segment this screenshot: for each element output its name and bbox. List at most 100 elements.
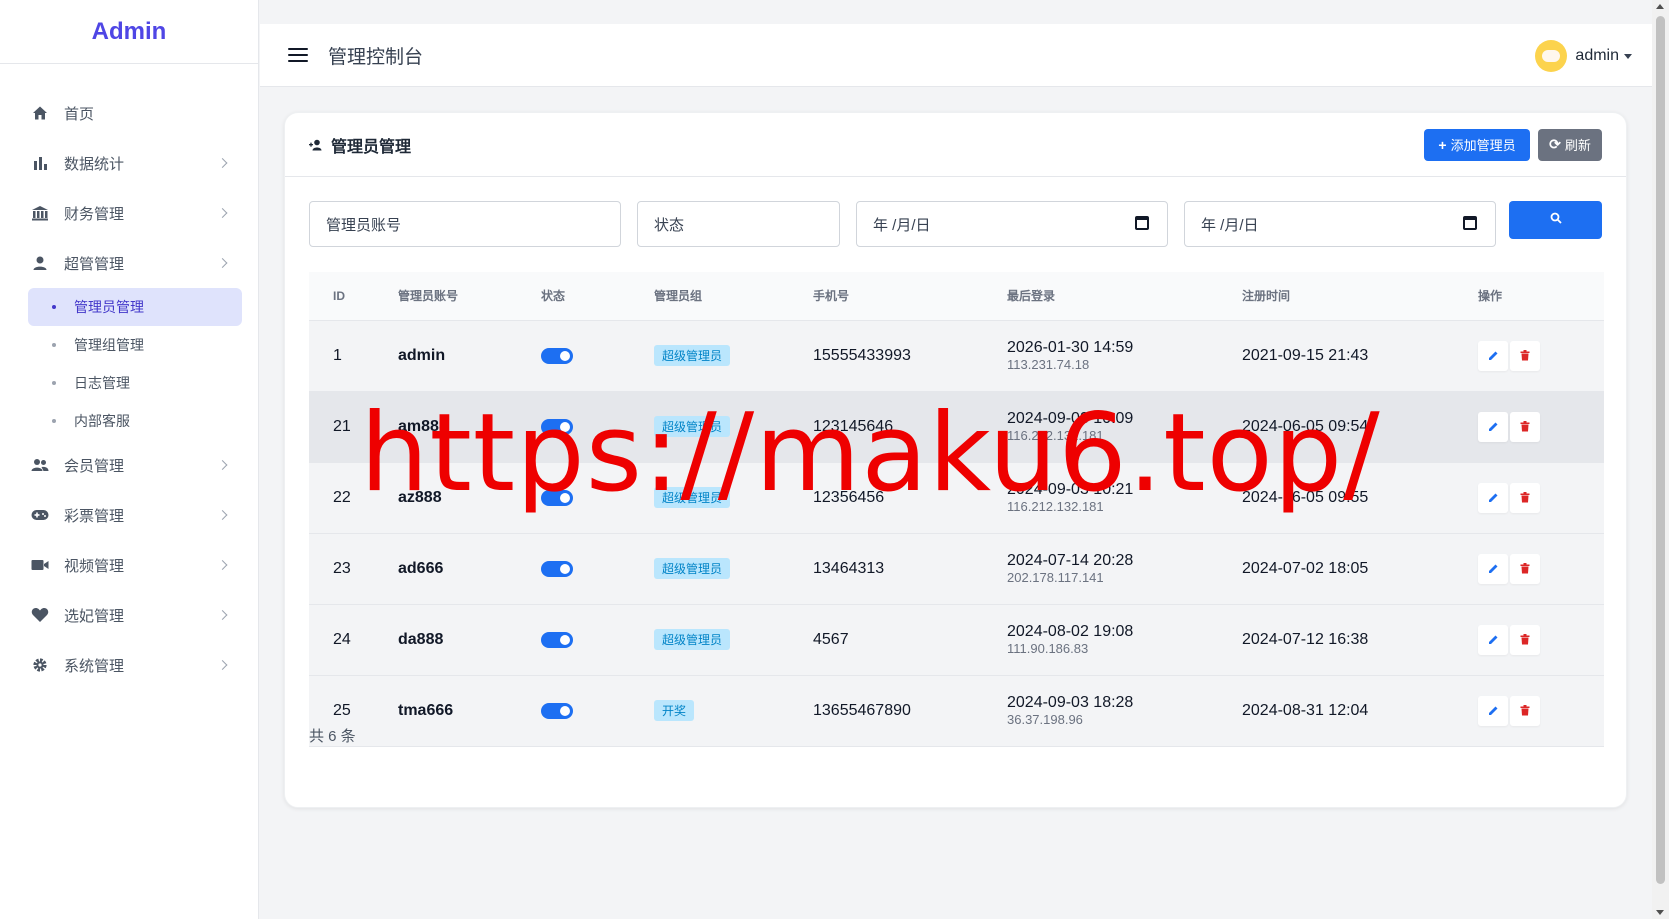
cell-status (541, 320, 654, 391)
sidebar-item-stats[interactable]: 数据统计 (0, 138, 258, 188)
delete-icon[interactable] (1510, 553, 1540, 584)
start-date-input[interactable]: 年 /月/日 (856, 201, 1168, 247)
table-header-row: ID 管理员账号 状态 管理员组 手机号 最后登录 注册时间 操作 (309, 272, 1604, 321)
status-select[interactable]: 状态 (637, 201, 840, 247)
cell-actions (1478, 604, 1604, 675)
cell-phone: 4567 (813, 630, 849, 648)
col-status: 状态 (541, 272, 654, 321)
status-toggle[interactable] (541, 489, 573, 506)
cell-id: 24 (333, 630, 351, 648)
edit-icon[interactable] (1478, 411, 1508, 442)
calendar-icon[interactable] (1135, 216, 1149, 230)
page-scrollbar[interactable] (1652, 0, 1669, 919)
group-badge: 超级管理员 (654, 416, 731, 437)
last-login-time: 2024-09-03 10:09 (1007, 409, 1134, 427)
cell-account: am888 (398, 417, 448, 435)
chevron-right-icon (217, 460, 228, 470)
scroll-down-arrow-icon[interactable] (1656, 910, 1664, 915)
chevron-right-icon (217, 258, 228, 268)
sidebar-subitem-internal-support[interactable]: 内部客服 (28, 402, 242, 440)
cell-last-login: 2024-08-02 19:08 111.90.186.83 (1007, 604, 1242, 675)
cell-registered: 2021-09-15 21:43 (1242, 346, 1369, 364)
cell-account: ad666 (398, 559, 444, 577)
status-toggle[interactable] (541, 418, 573, 435)
sidebar-item-system[interactable]: 系统管理 (0, 640, 258, 690)
search-button[interactable] (1509, 201, 1602, 239)
scroll-up-arrow-icon[interactable] (1656, 4, 1664, 9)
calendar-icon[interactable] (1463, 216, 1477, 230)
delete-icon[interactable] (1510, 624, 1540, 655)
menu-toggle-icon[interactable] (288, 48, 308, 62)
user-icon (30, 253, 50, 273)
delete-icon[interactable] (1510, 340, 1540, 371)
user-menu[interactable]: admin (1535, 40, 1632, 72)
bank-icon (30, 203, 50, 223)
cell-registered: 2024-06-05 09:55 (1242, 488, 1369, 506)
cell-phone: 13655467890 (813, 701, 911, 719)
edit-icon[interactable] (1478, 340, 1508, 371)
chevron-right-icon (217, 610, 228, 620)
user-plus-icon (309, 139, 323, 151)
page-title: 管理控制台 (328, 46, 424, 68)
sidebar-item-video[interactable]: 视频管理 (0, 540, 258, 590)
card-header: 管理员管理 + 添加管理员 ⟳ 刷新 (285, 113, 1626, 177)
filter-bar: 管理员账号 状态 年 /月/日 年 /月/日 (309, 201, 1602, 247)
sidebar-subitem-admin-manage[interactable]: 管理员管理 (28, 288, 242, 326)
sidebar-item-select[interactable]: 选妃管理 (0, 590, 258, 640)
cell-group: 超级管理员 (654, 391, 813, 462)
last-login-time: 2024-09-03 18:28 (1007, 693, 1134, 711)
edit-icon[interactable] (1478, 695, 1508, 726)
cell-last-login: 2024-09-03 10:09 116.212.132.181 (1007, 391, 1242, 462)
cell-registered: 2024-06-05 09:54 (1242, 417, 1369, 435)
cell-phone: 13464313 (813, 559, 885, 577)
cell-last-login: 2024-09-03 18:28 36.37.198.96 (1007, 675, 1242, 746)
col-id: ID (309, 272, 398, 321)
super-admin-submenu: 管理员管理 管理组管理 日志管理 内部客服 (0, 288, 258, 440)
add-admin-button[interactable]: + 添加管理员 (1424, 128, 1530, 161)
admin-account-input[interactable]: 管理员账号 (309, 201, 621, 247)
delete-icon[interactable] (1510, 411, 1540, 442)
group-badge: 超级管理员 (654, 345, 731, 366)
status-toggle[interactable] (541, 347, 573, 364)
status-toggle[interactable] (541, 631, 573, 648)
delete-icon[interactable] (1510, 482, 1540, 513)
cell-group: 超级管理员 (654, 533, 813, 604)
sidebar-item-super-admin[interactable]: 超管管理 (0, 238, 258, 288)
cell-phone: 123145646 (813, 417, 894, 435)
group-badge: 超级管理员 (654, 629, 731, 650)
cell-phone: 15555433993 (813, 346, 911, 364)
sidebar-item-home[interactable]: 首页 (0, 88, 258, 138)
edit-icon[interactable] (1478, 553, 1508, 584)
plus-icon: + (1438, 136, 1447, 153)
sidebar-item-label: 数据统计 (64, 155, 125, 173)
cell-phone: 12356456 (813, 488, 885, 506)
table-row: 25 tma666 开奖 13655467890 2024-09-03 18:28 36.… (309, 675, 1604, 746)
cell-group: 开奖 (654, 675, 813, 746)
status-toggle[interactable] (541, 560, 573, 577)
sidebar-subitem-log-manage[interactable]: 日志管理 (28, 364, 242, 402)
delete-icon[interactable] (1510, 695, 1540, 726)
total-count: 共 6 条 (309, 728, 356, 745)
status-toggle[interactable] (541, 702, 573, 719)
chevron-down-icon (1624, 53, 1632, 59)
sidebar-subitem-group-manage[interactable]: 管理组管理 (28, 326, 242, 364)
end-date-input[interactable]: 年 /月/日 (1184, 201, 1496, 247)
sidebar-item-finance[interactable]: 财务管理 (0, 188, 258, 238)
cell-account: tma666 (398, 701, 454, 719)
brand-logo[interactable]: Admin (0, 0, 258, 64)
refresh-button[interactable]: ⟳ 刷新 (1538, 128, 1602, 161)
search-icon (1550, 211, 1562, 229)
table-row: 23 ad666 超级管理员 13464313 2024-07-14 20:28 202.… (309, 533, 1604, 604)
sidebar-item-lottery[interactable]: 彩票管理 (0, 490, 258, 540)
scrollbar-thumb[interactable] (1656, 16, 1665, 884)
edit-icon[interactable] (1478, 482, 1508, 513)
sidebar-item-label: 超管管理 (64, 255, 125, 273)
edit-icon[interactable] (1478, 624, 1508, 655)
sidebar-item-members[interactable]: 会员管理 (0, 440, 258, 490)
col-actions: 操作 (1478, 272, 1604, 321)
cell-actions (1478, 533, 1604, 604)
cell-actions (1478, 320, 1604, 391)
cell-status (541, 675, 654, 746)
sidebar-menu: 首页 数据统计 财务管理 超管管理 管理员管理 管理组管理 日志管理 内部客服 … (0, 64, 258, 690)
cell-actions (1478, 675, 1604, 746)
